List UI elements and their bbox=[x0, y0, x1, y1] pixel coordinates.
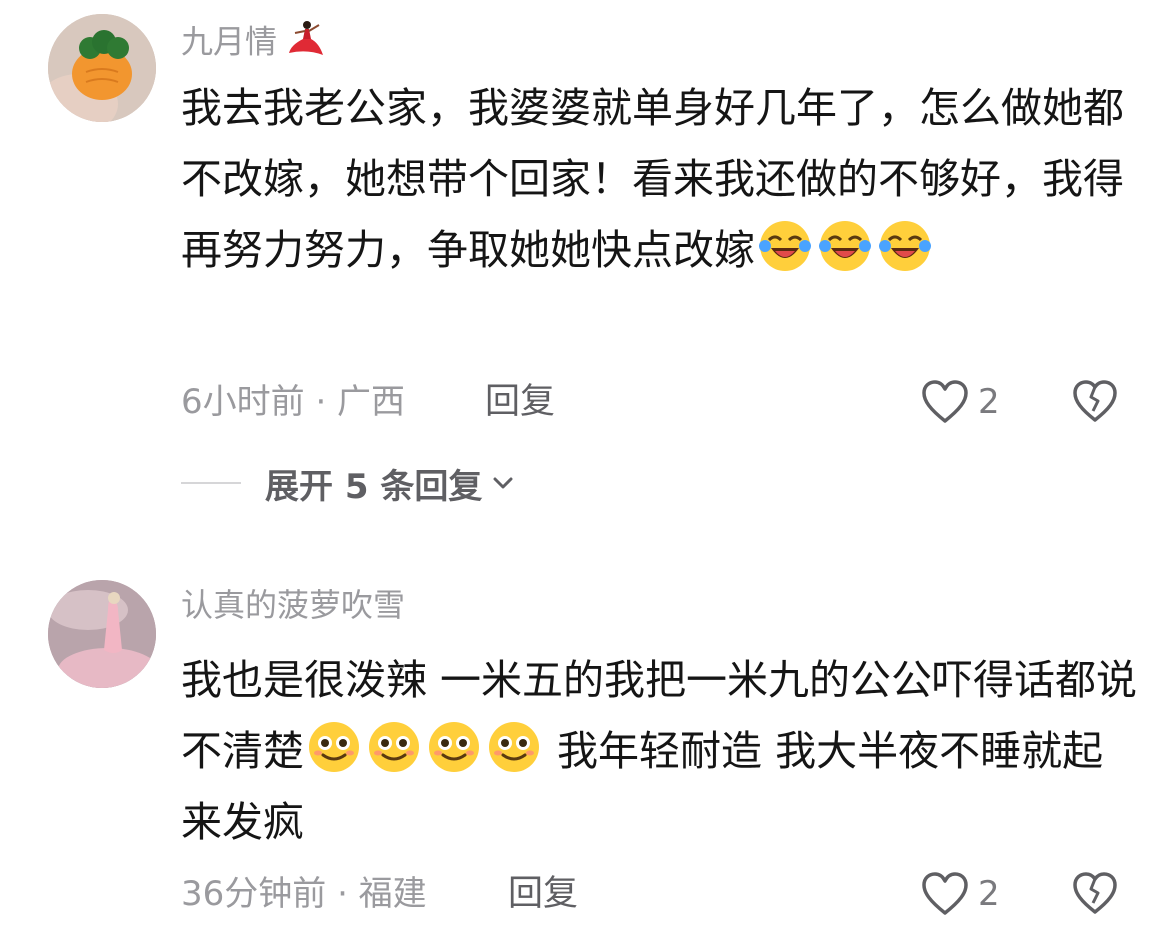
like-button[interactable]: 2 bbox=[920, 377, 1000, 427]
dislike-button[interactable] bbox=[1072, 379, 1118, 425]
expand-divider bbox=[181, 482, 241, 484]
comment-meta: 36分钟前 · 福建 bbox=[181, 874, 427, 914]
like-count: 2 bbox=[978, 874, 1000, 914]
comment-text: 我也是很泼辣 一米五的我把一米九的公公吓得话都说不清楚 我年轻耐造 我大半夜不睡… bbox=[181, 645, 1141, 858]
comment-text-content: 我去我老公家，我婆婆就单身好几年了，怎么做她都不改嫁，她想带个回家！看来我还做的… bbox=[181, 84, 1124, 274]
like-button[interactable]: 2 bbox=[920, 869, 1000, 919]
avatar[interactable] bbox=[48, 14, 156, 122]
username-text[interactable]: 九月情 bbox=[181, 23, 277, 61]
crying-laughing-icon bbox=[877, 218, 933, 274]
dislike-button[interactable] bbox=[1072, 871, 1118, 917]
comment-item: 认真的菠萝吹雪 我也是很泼辣 一米五的我把一米九的公公吓得话都说不清楚 我年轻耐… bbox=[0, 560, 1169, 948]
smile-icon bbox=[486, 719, 542, 775]
dancer-emoji-icon bbox=[283, 19, 329, 68]
username[interactable]: 九月情 bbox=[181, 19, 329, 68]
smile-icon bbox=[426, 719, 482, 775]
crying-laughing-icon bbox=[757, 218, 813, 274]
chevron-down-icon[interactable] bbox=[492, 476, 514, 490]
smile-icon bbox=[366, 719, 422, 775]
username[interactable]: 认真的菠萝吹雪 bbox=[181, 585, 405, 625]
reply-button[interactable]: 回复 bbox=[485, 380, 555, 424]
avatar[interactable] bbox=[48, 580, 156, 688]
reply-button[interactable]: 回复 bbox=[508, 872, 578, 916]
crying-laughing-icon bbox=[817, 218, 873, 274]
avatar-figure-image bbox=[48, 580, 156, 688]
broken-heart-icon[interactable] bbox=[1072, 379, 1118, 425]
expand-replies[interactable]: 展开 5 条回复 bbox=[181, 459, 514, 508]
smile-icon bbox=[306, 719, 362, 775]
comment-text: 我去我老公家，我婆婆就单身好几年了，怎么做她都不改嫁，她想带个回家！看来我还做的… bbox=[181, 73, 1141, 286]
comment-item: 九月情 我去我老公家，我婆婆就单身好几年了，怎么做她都不改嫁，她想带个回家！看来… bbox=[0, 0, 1169, 520]
like-count: 2 bbox=[978, 382, 1000, 422]
heart-icon[interactable] bbox=[920, 871, 970, 917]
avatar-carrot-image bbox=[48, 14, 156, 122]
comment-meta: 6小时前 · 广西 bbox=[181, 382, 406, 422]
heart-icon[interactable] bbox=[920, 379, 970, 425]
expand-replies-label[interactable]: 展开 5 条回复 bbox=[265, 459, 482, 508]
broken-heart-icon[interactable] bbox=[1072, 871, 1118, 917]
